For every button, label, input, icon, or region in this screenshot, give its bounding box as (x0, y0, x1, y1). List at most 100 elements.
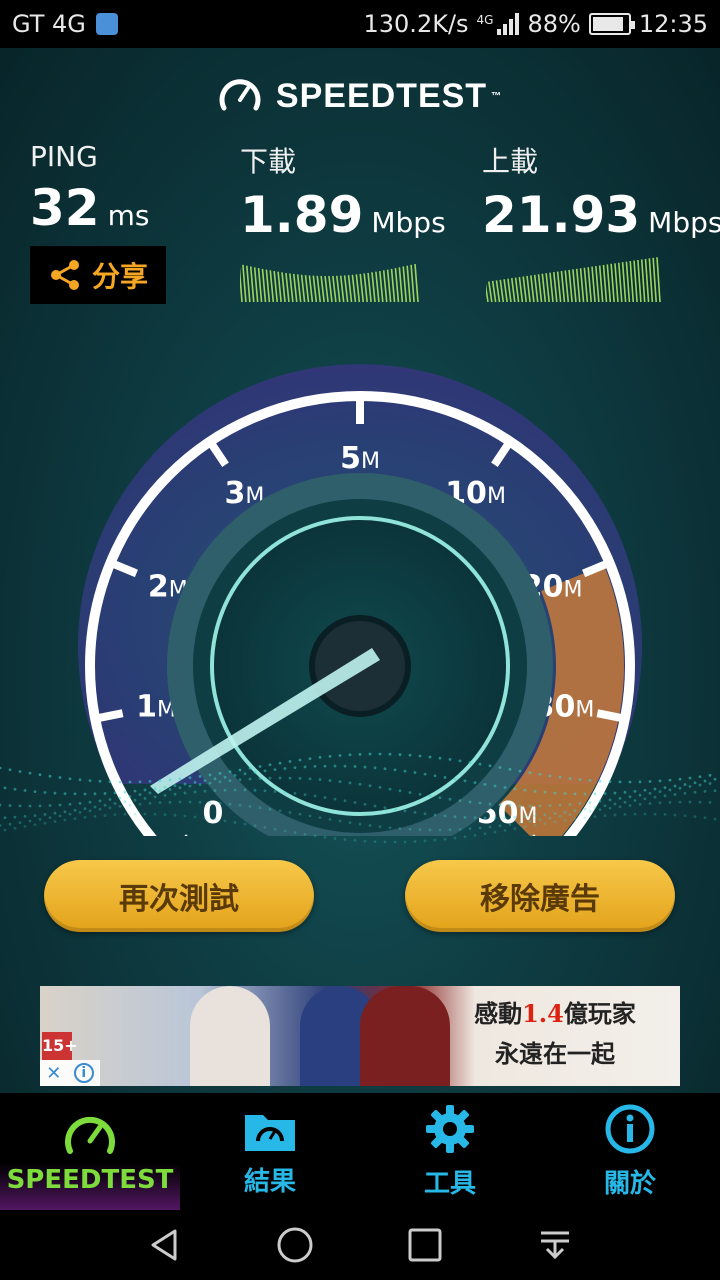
wave-dot (423, 772, 427, 776)
sparkline-bar (355, 274, 361, 303)
wave-dot (348, 753, 352, 757)
wave-dot (648, 802, 652, 805)
wave-dot (658, 801, 662, 805)
wave-dot (408, 827, 412, 831)
tab-tools[interactable]: 工具 (360, 1093, 540, 1210)
wave-dot (553, 791, 557, 795)
wave-dot (683, 791, 687, 795)
wave-dot (628, 804, 632, 807)
wave-dot (703, 789, 707, 793)
wave-dot (393, 807, 397, 811)
ping-number: 32 (30, 179, 100, 237)
sparkline-bar (625, 261, 631, 303)
wave-dot (318, 756, 322, 759)
sparkline-bar (394, 268, 400, 303)
sparkline-bar (371, 272, 376, 303)
recents-icon[interactable] (405, 1225, 445, 1265)
wave-dot (58, 814, 62, 818)
wave-dot (518, 804, 522, 808)
sparkline-bar (351, 274, 357, 303)
wave-dot (93, 805, 97, 809)
wave-dot (223, 788, 227, 792)
wave-dot (328, 779, 332, 782)
wave-dot (553, 820, 557, 824)
wave-dot (308, 777, 312, 781)
wave-dot (228, 802, 232, 806)
sparkline-bar (587, 267, 592, 303)
wave-dot (153, 787, 157, 791)
sparkline-bar (486, 283, 489, 303)
wave-dot (93, 814, 97, 818)
wave-dot (3, 828, 7, 832)
sparkline-bar (316, 275, 322, 303)
wave-dot (393, 768, 397, 772)
wave-dot (488, 802, 492, 806)
wave-dot (313, 794, 317, 798)
wave-dot (468, 827, 472, 831)
wave-dot (253, 770, 257, 774)
wave-dot (523, 815, 527, 819)
tab-about[interactable]: 關於 (540, 1093, 720, 1210)
sparkline-bar (526, 275, 531, 303)
wave-dot (508, 767, 512, 771)
wave-dot (153, 812, 157, 816)
upload-label: 上載 (482, 145, 539, 178)
wave-dot (513, 787, 517, 791)
wave-dot (398, 789, 402, 793)
wave-dot (158, 789, 162, 793)
remove-ads-button[interactable]: 移除廣告 (405, 860, 675, 932)
sparkline-bar (300, 274, 306, 303)
wave-dot (338, 754, 342, 757)
speedometer-logo-icon (219, 79, 261, 111)
sparkline-bar (633, 260, 638, 303)
wave-dot (298, 812, 302, 816)
sparkline-bar (503, 279, 508, 303)
sparkline-bar (560, 270, 566, 303)
sparkline-bar (269, 270, 275, 303)
retest-button[interactable]: 再次測試 (44, 860, 314, 932)
wave-dot (588, 779, 592, 782)
wave-dot (588, 809, 592, 813)
wave-dot (248, 804, 252, 808)
wave-dot (483, 816, 487, 820)
wave-dot (3, 816, 7, 820)
wave-dot (173, 784, 177, 788)
signal-icon: 4G (477, 13, 520, 35)
ad-close-icon[interactable]: ✕ (46, 1063, 61, 1084)
wave-dot (693, 781, 697, 785)
wave-dot (473, 833, 477, 837)
wave-dot (138, 780, 142, 784)
wave-dot (158, 779, 162, 783)
back-icon[interactable] (145, 1225, 185, 1265)
home-icon[interactable] (275, 1225, 315, 1265)
sparkline-bar (556, 271, 562, 303)
wave-dot (648, 791, 652, 795)
ad-info-icon[interactable]: i (73, 1063, 94, 1083)
share-button[interactable]: 分享 (30, 246, 166, 304)
wave-dot (303, 765, 307, 769)
wave-dot (418, 792, 422, 796)
wave-dot (283, 767, 287, 770)
tab-speedtest[interactable]: SPEEDTEST (0, 1093, 180, 1210)
wave-dot (498, 824, 502, 828)
wave-dot (58, 803, 62, 807)
ad-banner[interactable]: 15+ 感動1.4億玩家 永遠在一起 ✕ i (40, 986, 680, 1086)
tab-results[interactable]: 結果 (180, 1093, 360, 1210)
notification-pull-icon[interactable] (535, 1225, 575, 1265)
wave-dot (518, 821, 522, 825)
wave-dot (443, 776, 447, 779)
sparkline-bar (656, 257, 661, 303)
wave-dot (703, 779, 707, 783)
wave-dot (273, 827, 277, 831)
wave-dot (143, 788, 147, 792)
wave-dot (463, 835, 467, 839)
wave-dot (398, 753, 402, 756)
wave-dot (668, 788, 672, 792)
wave-dot (318, 778, 322, 782)
wave-dot (128, 780, 132, 784)
wave-dot (378, 825, 382, 829)
sparkline-bar (265, 269, 271, 303)
wave-dot (33, 814, 37, 817)
wave-dot (698, 800, 702, 804)
wave-dot (533, 814, 537, 818)
